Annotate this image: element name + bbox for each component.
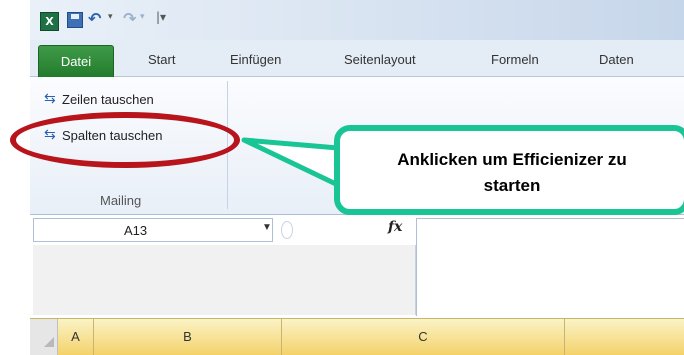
tab-daten[interactable]: Daten — [599, 52, 634, 67]
callout-text-line1: Anklicken um Efficienizer zu — [397, 150, 627, 169]
tab-file[interactable]: Datei — [38, 45, 114, 77]
undo-dropdown-icon[interactable]: ▾ — [108, 12, 113, 22]
column-header-d[interactable] — [565, 319, 684, 355]
select-all-icon — [44, 337, 54, 347]
tab-start[interactable]: Start — [148, 52, 175, 67]
formula-input[interactable] — [416, 218, 684, 316]
redo-dropdown-icon[interactable]: ▾ — [140, 12, 145, 22]
excel-logo-icon[interactable]: X — [40, 12, 59, 31]
group-label-mailing: Mailing — [100, 193, 142, 208]
swap-icon: ⇆ — [44, 90, 56, 106]
chevron-down-icon[interactable]: ▼ — [262, 222, 272, 233]
tab-einfuegen[interactable]: Einfügen — [230, 52, 281, 67]
title-bar: X ↶ ▾ ↷ ▾ |▾ — [30, 0, 684, 40]
name-box[interactable]: A13 ▼ — [33, 218, 273, 242]
customize-icon[interactable]: |▾ — [156, 10, 166, 24]
save-icon[interactable] — [67, 12, 83, 28]
highlight-oval — [10, 112, 240, 168]
ribbon-tabs: Datei Start Einfügen Seitenlayout Formel… — [30, 40, 684, 77]
tab-seitenlayout[interactable]: Seitenlayout — [344, 52, 416, 67]
name-box-value: A13 — [124, 223, 148, 238]
column-header-c[interactable]: C — [282, 319, 565, 355]
name-box-area — [33, 245, 416, 315]
tab-formeln[interactable]: Formeln — [491, 52, 539, 67]
column-headers: A B C — [30, 318, 684, 355]
callout-box: Anklicken um Efficienizer zu starten — [334, 125, 684, 215]
column-header-b[interactable]: B — [94, 319, 282, 355]
redo-icon[interactable]: ↷ — [123, 9, 136, 28]
callout-text-line2: starten — [483, 176, 541, 195]
swap-rows-label: Zeilen tauschen — [62, 92, 154, 107]
undo-icon[interactable]: ↶ — [88, 9, 101, 28]
column-header-a[interactable]: A — [58, 319, 94, 355]
select-all-corner[interactable] — [30, 319, 58, 355]
formula-bar-splitter[interactable] — [281, 221, 293, 239]
function-icon[interactable]: fx — [388, 219, 402, 235]
formula-bar: A13 ▼ fx — [30, 215, 684, 316]
